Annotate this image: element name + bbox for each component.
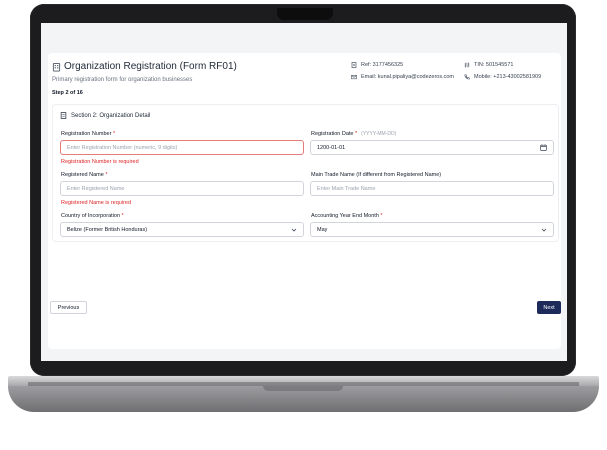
- hash-icon: [464, 62, 470, 68]
- registration-number-input[interactable]: Enter Registration Number (numeric, 9 di…: [60, 140, 304, 155]
- required-marker: *: [355, 131, 358, 137]
- date-format-hint: (YYYY-MM-DD): [361, 131, 397, 137]
- country-label-text: Country of Incorporation: [61, 213, 121, 219]
- country-label: Country of Incorporation *: [61, 213, 124, 219]
- country-select[interactable]: Belize (Former British Honduras): [60, 222, 304, 237]
- registration-date-label-text: Registration Date: [311, 131, 354, 137]
- required-marker: *: [121, 213, 124, 219]
- required-marker: *: [380, 213, 383, 219]
- registration-number-placeholder: Enter Registration Number (numeric, 9 di…: [67, 144, 178, 151]
- mobile-info: Mobile: +213-43002581909: [464, 74, 541, 80]
- country-value: Belize (Former British Honduras): [67, 226, 148, 233]
- previous-button[interactable]: Previous: [50, 301, 87, 314]
- phone-icon: [464, 74, 470, 80]
- camera-notch: [277, 8, 333, 20]
- tin-text: TIN: 501545571: [474, 62, 514, 68]
- trade-name-input[interactable]: Enter Main Trade Name: [310, 181, 554, 196]
- registration-number-error: Registration Number is required: [61, 159, 139, 165]
- page-subtitle: Primary registration form for organizati…: [52, 77, 193, 83]
- ref-info: Ref: 3177456325: [351, 62, 403, 68]
- title-row: Organization Registration (Form RF01): [52, 61, 237, 72]
- document-icon: [60, 112, 67, 119]
- chevron-down-icon: [291, 228, 297, 232]
- registration-number-label: Registration Number *: [61, 131, 115, 137]
- year-end-select[interactable]: May: [310, 222, 554, 237]
- required-marker: *: [112, 131, 116, 137]
- year-end-label-text: Accounting Year End Month: [311, 213, 379, 219]
- organization-detail-section: Section 2: Organization Detail Registrat…: [52, 104, 559, 242]
- form-card: Organization Registration (Form RF01) Pr…: [48, 53, 561, 349]
- registration-number-label-text: Registration Number: [61, 131, 112, 137]
- page-title: Organization Registration (Form RF01): [64, 61, 237, 72]
- app-screen: Organization Registration (Form RF01) Pr…: [41, 23, 567, 361]
- registration-date-input[interactable]: 1200-01-01: [310, 140, 554, 155]
- next-button[interactable]: Next: [537, 301, 561, 314]
- mobile-text: Mobile: +213-43002581909: [474, 74, 542, 80]
- registered-name-label: Registered Name *: [61, 172, 107, 178]
- section-header: Section 2: Organization Detail: [60, 112, 150, 119]
- registered-name-placeholder: Enter Registered Name: [67, 185, 125, 192]
- tin-info: TIN: 501545571: [464, 62, 513, 68]
- year-end-label: Accounting Year End Month *: [311, 213, 383, 219]
- mail-icon: [351, 74, 357, 80]
- trade-name-placeholder: Enter Main Trade Name: [317, 185, 376, 192]
- registered-name-label-text: Registered Name: [61, 172, 104, 178]
- step-indicator: Step 2 of 16: [52, 90, 83, 96]
- registration-date-label: Registration Date * (YYYY-MM-DD): [311, 131, 396, 137]
- registration-date-value: 1200-01-01: [317, 144, 346, 151]
- chevron-down-icon: [541, 228, 547, 232]
- laptop-base: [8, 376, 599, 414]
- email-text: Email: kunal.pipaliya@codezeros.com: [361, 74, 455, 80]
- email-info: Email: kunal.pipaliya@codezeros.com: [351, 74, 454, 80]
- section-title: Section 2: Organization Detail: [71, 112, 151, 119]
- registered-name-input[interactable]: Enter Registered Name: [60, 181, 304, 196]
- registered-name-error: Registered Name is required: [61, 200, 132, 206]
- ref-text: Ref: 3177456325: [361, 62, 404, 68]
- document-icon: [351, 62, 357, 68]
- building-icon: [52, 62, 61, 71]
- trade-name-label: Main Trade Name (If different from Regis…: [311, 172, 442, 178]
- year-end-value: May: [317, 226, 328, 233]
- top-bar: [41, 23, 567, 45]
- required-marker: *: [105, 172, 108, 178]
- base-groove: [263, 386, 343, 391]
- calendar-icon[interactable]: [540, 144, 547, 151]
